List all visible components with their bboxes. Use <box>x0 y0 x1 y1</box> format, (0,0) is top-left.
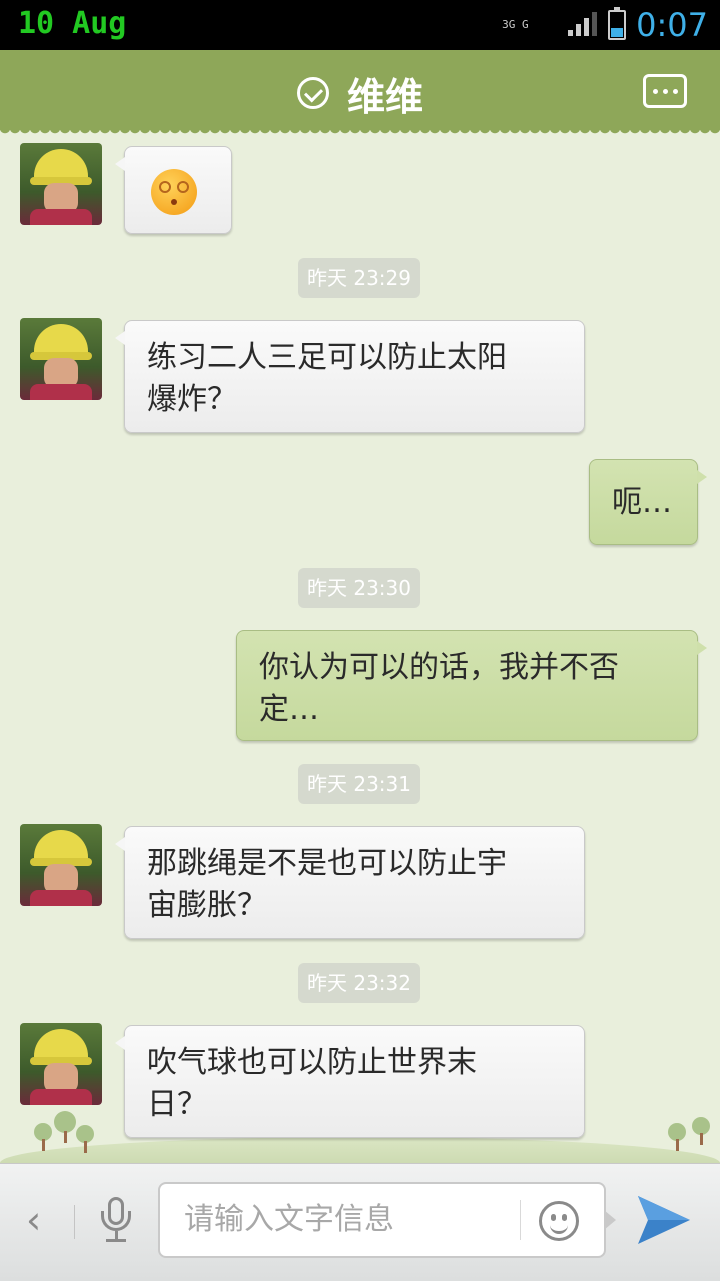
incoming-message[interactable]: 练习二人三足可以防止太阳 爆炸？ <box>115 320 585 433</box>
timestamp-badge: 昨天 23:31 <box>298 764 420 804</box>
microphone-icon[interactable] <box>96 1195 136 1245</box>
outgoing-message[interactable]: 呃… <box>589 459 707 545</box>
divider <box>520 1200 521 1240</box>
status-bar: 10 Aug 3G G 0:07 <box>0 0 720 50</box>
message-text-line: 定… <box>259 692 319 727</box>
message-text-line: 练习二人三足可以防止太阳 <box>147 340 507 375</box>
message-text-line: 那跳绳是不是也可以防止宇 <box>147 846 507 881</box>
verified-check-icon <box>296 77 329 109</box>
network-icon: 3G G <box>502 19 558 31</box>
timestamp-badge: 昨天 23:30 <box>298 568 420 608</box>
message-text-line: 吹气球也可以防止世界末 <box>147 1045 477 1080</box>
battery-icon <box>608 7 627 40</box>
contact-avatar[interactable] <box>20 1023 102 1105</box>
incoming-message[interactable] <box>115 146 232 234</box>
status-date: 10 Aug <box>18 6 127 41</box>
contact-avatar[interactable] <box>20 318 102 400</box>
message-text-line: 你认为可以的话，我并不否 <box>259 650 619 685</box>
emoji-icon[interactable] <box>539 1201 579 1241</box>
network-label: 3G <box>502 18 516 31</box>
message-text-line: 呃… <box>612 485 672 520</box>
incoming-message[interactable]: 那跳绳是不是也可以防止宇 宙膨胀？ <box>115 826 585 939</box>
contact-avatar[interactable] <box>20 143 102 225</box>
incoming-message[interactable]: 吹气球也可以防止世界末 日？ <box>115 1025 585 1138</box>
chat-menu-icon[interactable] <box>643 74 687 108</box>
chat-title-bar: 维维 <box>0 50 720 136</box>
dizzy-face-icon <box>151 169 197 215</box>
timestamp-badge: 昨天 23:29 <box>298 258 420 298</box>
timestamp-badge: 昨天 23:32 <box>298 963 420 1003</box>
chat-title: 维维 <box>346 74 423 119</box>
outgoing-message[interactable]: 你认为可以的话，我并不否 定… <box>236 630 707 741</box>
message-text-line: 爆炸？ <box>147 382 237 417</box>
contact-avatar[interactable] <box>20 824 102 906</box>
status-time: 0:07 <box>636 6 708 44</box>
carrier-label: G <box>522 18 529 31</box>
signal-icon <box>568 12 598 38</box>
send-icon[interactable] <box>634 1190 694 1246</box>
divider <box>74 1205 75 1239</box>
chevron-left-icon[interactable]: ‹ <box>26 1200 41 1240</box>
message-text-line: 日？ <box>147 1087 207 1122</box>
message-text-line: 宙膨胀？ <box>147 888 267 923</box>
